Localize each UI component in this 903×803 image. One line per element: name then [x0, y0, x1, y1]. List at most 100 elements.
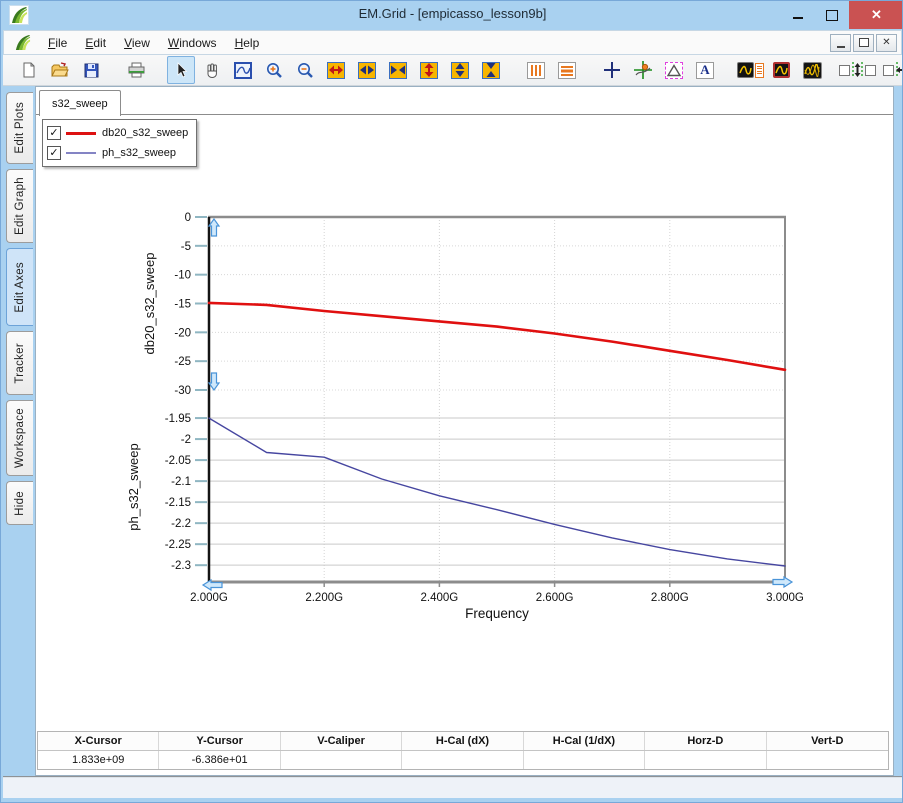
- legend-toggle-button[interactable]: [736, 56, 764, 84]
- menu-view[interactable]: View: [115, 33, 159, 53]
- collapse-vertical-button[interactable]: [477, 56, 505, 84]
- menu-file[interactable]: File: [39, 33, 76, 53]
- x-axis-title: Frequency: [465, 606, 529, 621]
- y-tick-label: -1.95: [165, 413, 191, 425]
- crosshair-button[interactable]: [598, 56, 626, 84]
- new-document-button[interactable]: [15, 56, 43, 84]
- mdi-restore-button[interactable]: [853, 34, 874, 52]
- open-file-button[interactable]: [46, 56, 74, 84]
- legend-checkbox[interactable]: ✓: [47, 146, 61, 160]
- mdi-window-controls: ✕: [830, 34, 897, 52]
- axis-handle-y-middle[interactable]: [209, 373, 219, 390]
- titlebar[interactable]: EM.Grid - [empicasso_lesson9b] ✕: [1, 1, 903, 29]
- mdi-restore-icon: [859, 38, 869, 47]
- mdi-close-icon: ✕: [882, 37, 890, 48]
- menu-windows[interactable]: Windows: [159, 33, 226, 53]
- cursor-col-value: [645, 751, 766, 769]
- sidebar-tab-edit-graph[interactable]: Edit Graph: [6, 169, 33, 243]
- save-file-button[interactable]: [77, 56, 105, 84]
- sidebar-tab-label: Tracker: [14, 343, 26, 384]
- x-tick-label: 2.400G: [421, 592, 459, 604]
- sidebar-tab-hide[interactable]: Hide: [6, 481, 33, 525]
- y-tick-label: -25: [174, 356, 191, 368]
- sidebar-tab-label: Workspace: [14, 408, 26, 468]
- delta-marker-button[interactable]: [660, 56, 688, 84]
- horizontal-stripes-button[interactable]: [553, 56, 581, 84]
- zoom-in-button[interactable]: [260, 56, 288, 84]
- cursor-col-value: [524, 751, 645, 769]
- maximize-button[interactable]: [815, 1, 849, 29]
- spread-vertical-button[interactable]: [446, 56, 474, 84]
- cursor-col-header: X-Cursor: [38, 732, 159, 750]
- sidebar-tab-label: Hide: [14, 491, 26, 516]
- mdi-close-button[interactable]: ✕: [876, 34, 897, 52]
- y-axis-title-db20_s32_sweep: db20_s32_sweep: [142, 253, 157, 355]
- tile-vertical-button[interactable]: [843, 56, 871, 84]
- collapse-horizontal-button[interactable]: [384, 56, 412, 84]
- text-annotation-button[interactable]: A: [691, 56, 719, 84]
- x-tick-label: 2.200G: [305, 592, 343, 604]
- legend-label: ph_s32_sweep: [102, 147, 176, 159]
- close-icon: ✕: [871, 7, 882, 23]
- tracker-button[interactable]: [629, 56, 657, 84]
- multi-plot-button[interactable]: [798, 56, 826, 84]
- y-tick-label: -2: [181, 434, 191, 446]
- expand-vertical-button[interactable]: [415, 56, 443, 84]
- x-tick-label: 2.800G: [651, 592, 689, 604]
- sidebar-tab-workspace[interactable]: Workspace: [6, 400, 33, 476]
- legend-line-sample: [66, 132, 96, 135]
- cursor-col-header: H-Cal (1/dX): [524, 732, 645, 750]
- series-line-db20_s32_sweep: [209, 303, 785, 370]
- y-tick-label: -30: [174, 385, 191, 397]
- tab-s32_sweep[interactable]: s32_sweep: [39, 90, 121, 116]
- main-area: Edit Plots Edit Graph Edit Axes Tracker Work…: [1, 86, 903, 776]
- vertical-stripes-button[interactable]: [522, 56, 550, 84]
- y-tick-label: -2.1: [171, 476, 191, 488]
- close-button[interactable]: ✕: [849, 1, 903, 29]
- legend-item-db20_s32_sweep: ✓db20_s32_sweep: [47, 123, 188, 143]
- sidebar-tab-tracker[interactable]: Tracker: [6, 331, 33, 395]
- cursor-col-header: H-Cal (dX): [402, 732, 523, 750]
- cursor-col-header: Vert-D: [767, 732, 888, 750]
- x-tick-label: 2.000G: [190, 592, 228, 604]
- sidebar-tab-strip: Edit Plots Edit Graph Edit Axes Tracker Work…: [3, 92, 35, 530]
- sidebar-tab-label: Edit Plots: [14, 102, 26, 154]
- axis-handle-y-top[interactable]: [209, 219, 219, 236]
- plot-legend: ✓db20_s32_sweep✓ph_s32_sweep: [42, 119, 197, 167]
- menu-help[interactable]: Help: [226, 33, 269, 53]
- cursor-col-header: Horz-D: [645, 732, 766, 750]
- print-button[interactable]: [122, 56, 150, 84]
- expand-horizontal-button[interactable]: [322, 56, 350, 84]
- menu-items: FileEditViewWindowsHelp: [39, 33, 268, 53]
- y-tick-label: -10: [174, 270, 191, 282]
- sidebar-tab-edit-plots[interactable]: Edit Plots: [6, 92, 33, 164]
- document-tab-bar: s32_sweep: [36, 87, 893, 115]
- y-tick-label: -5: [181, 241, 191, 253]
- tile-horizontal-button[interactable]: [888, 56, 903, 84]
- minimize-button[interactable]: [781, 1, 815, 29]
- y-axis-title-ph_s32_sweep: ph_s32_sweep: [126, 443, 141, 530]
- sidebar-tab-label: Edit Graph: [14, 177, 26, 235]
- legend-item-ph_s32_sweep: ✓ ph_s32_sweep: [47, 143, 188, 163]
- tab-label: s32_sweep: [52, 98, 108, 110]
- zoom-region-button[interactable]: [229, 56, 257, 84]
- maximize-icon: [826, 10, 838, 21]
- legend-checkbox[interactable]: ✓: [47, 126, 61, 140]
- cursor-col-header: V-Caliper: [281, 732, 402, 750]
- cursor-col-header: Y-Cursor: [159, 732, 280, 750]
- mdi-minimize-button[interactable]: [830, 34, 851, 52]
- zoom-out-button[interactable]: [291, 56, 319, 84]
- axis-handle-x-right[interactable]: [773, 577, 792, 587]
- window-bottom-frame: [3, 776, 902, 798]
- y-tick-label: -15: [174, 299, 191, 311]
- spread-horizontal-button[interactable]: [353, 56, 381, 84]
- single-plot-button[interactable]: [767, 56, 795, 84]
- sidebar-tab-label: Edit Axes: [14, 262, 26, 313]
- pan-hand-button[interactable]: [198, 56, 226, 84]
- toolbar: ALayout▾: [3, 55, 902, 86]
- select-cursor-button[interactable]: [167, 56, 195, 84]
- y-tick-label: -2.25: [165, 539, 191, 551]
- mdi-minimize-icon: [837, 46, 845, 48]
- sidebar-tab-edit-axes[interactable]: Edit Axes: [6, 248, 33, 326]
- menu-edit[interactable]: Edit: [76, 33, 115, 53]
